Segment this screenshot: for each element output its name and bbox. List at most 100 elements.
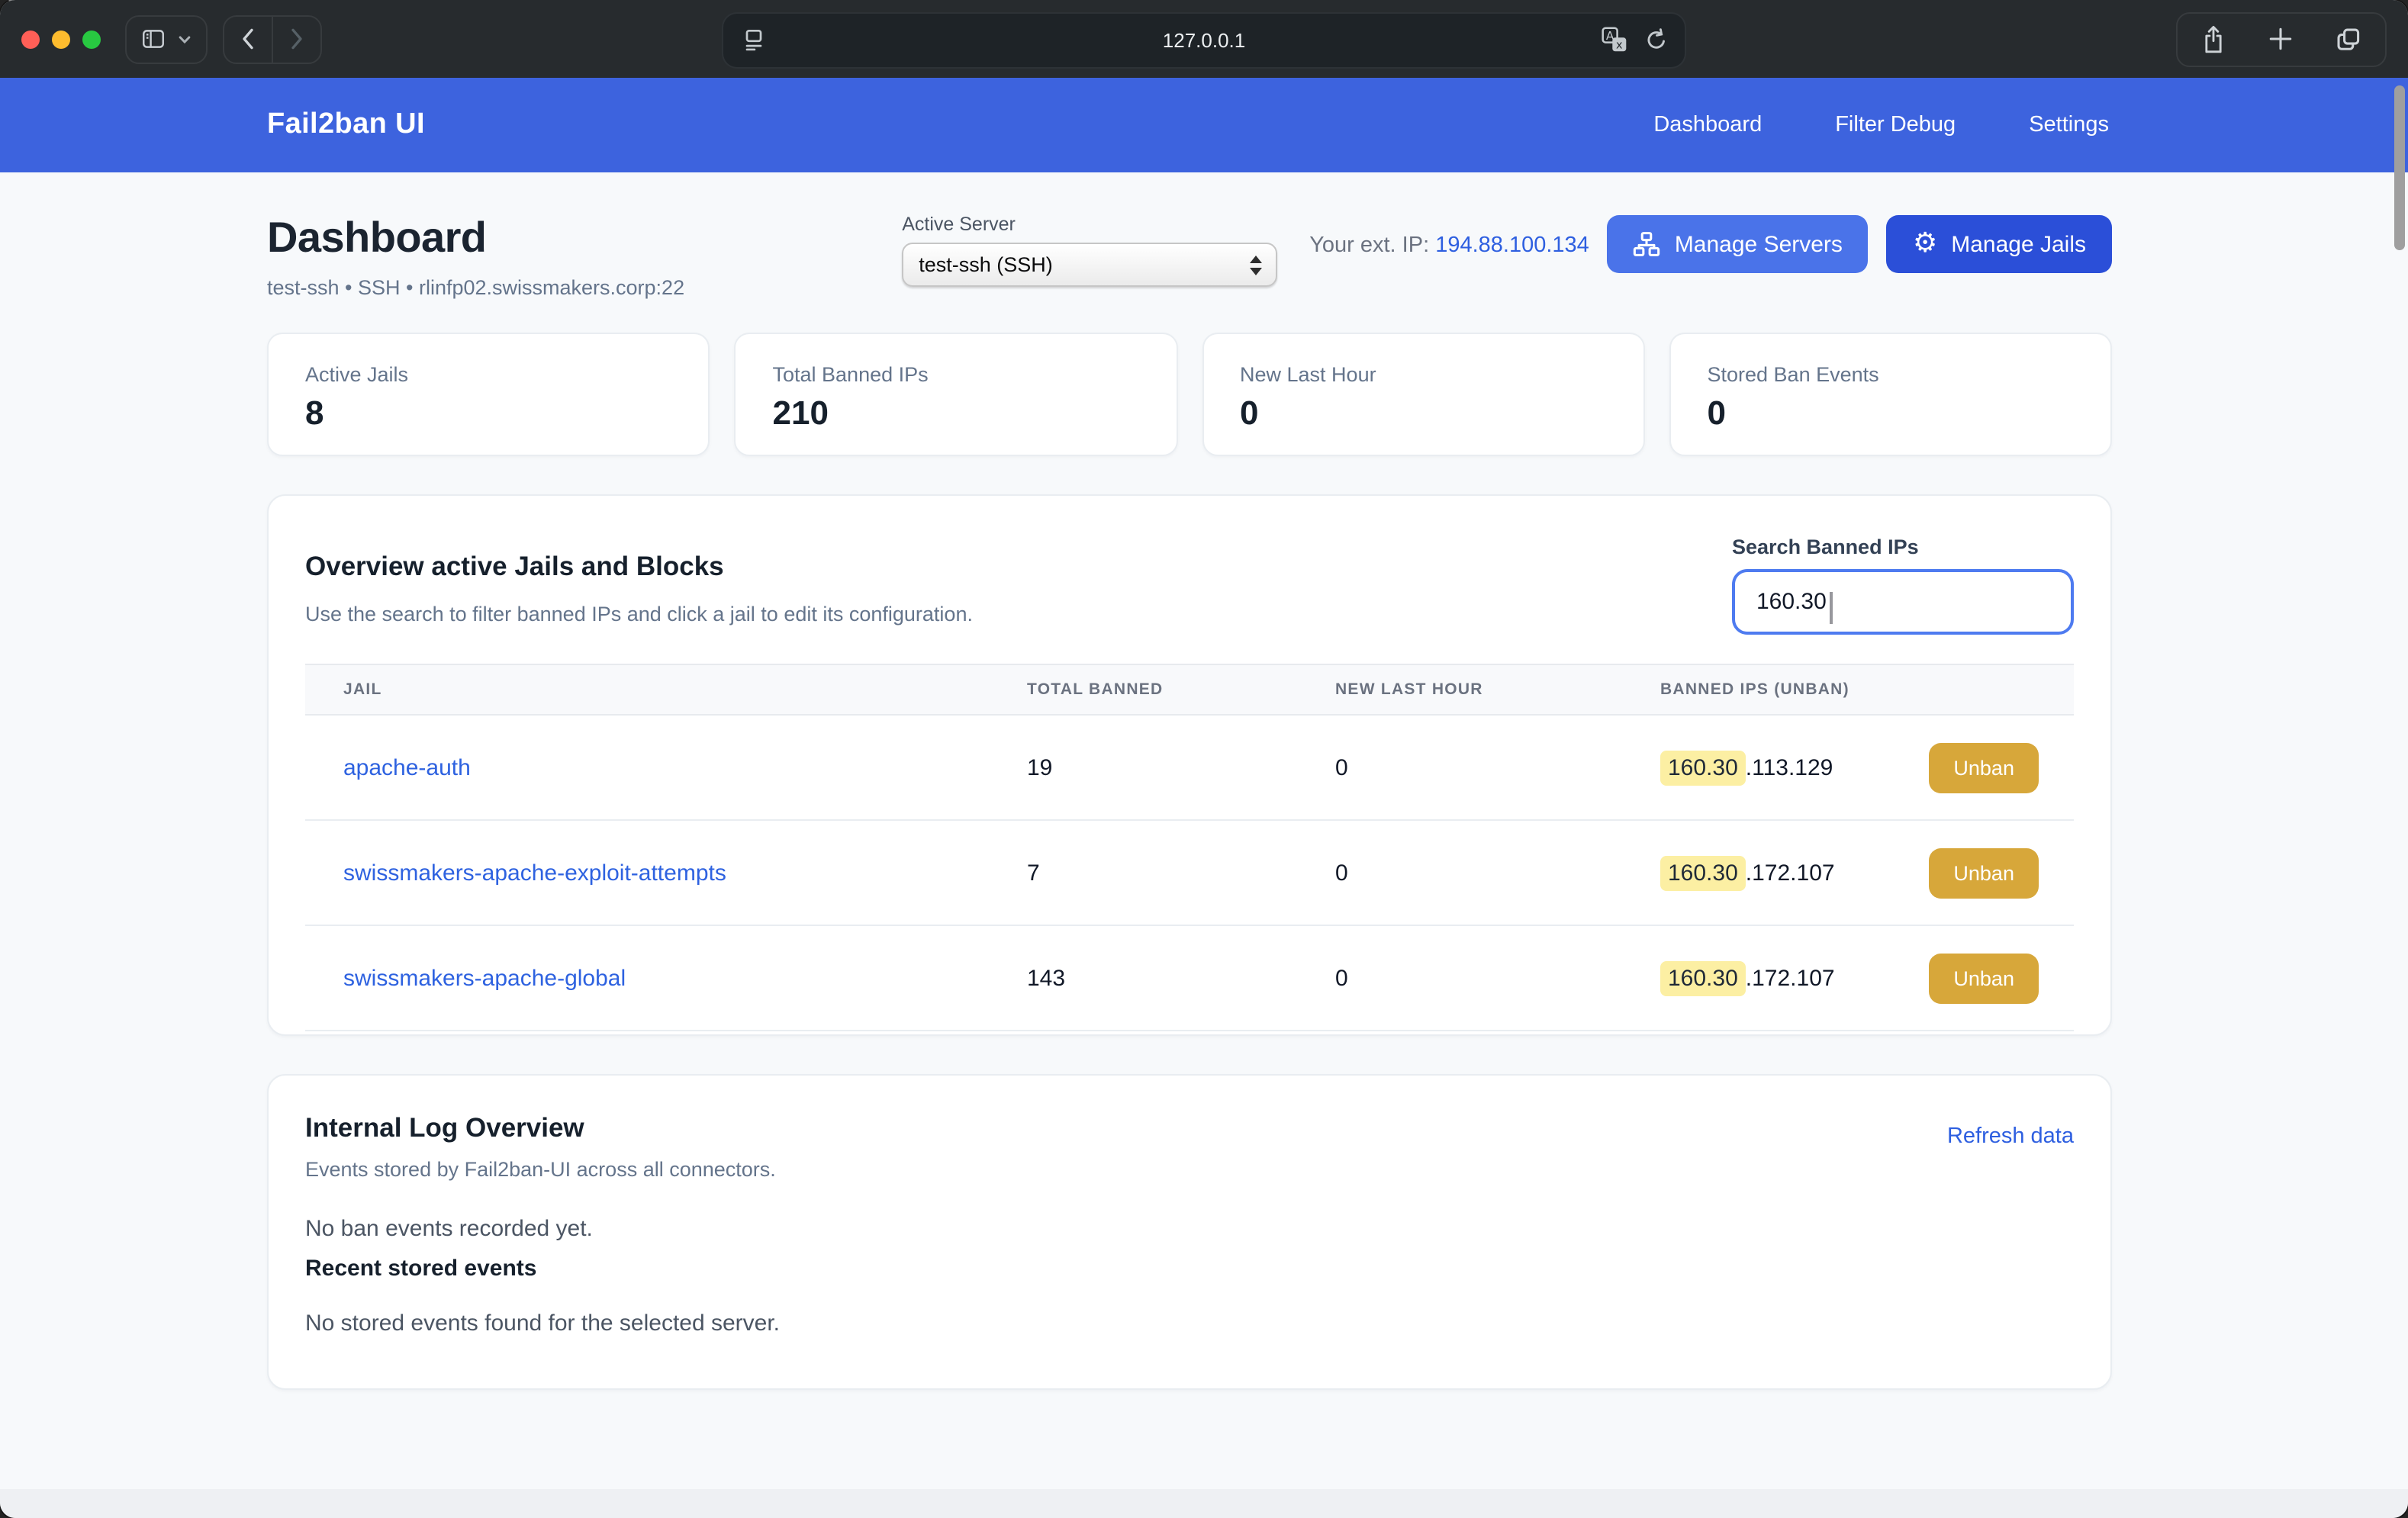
- manage-jails-label: Manage Jails: [1951, 231, 2086, 257]
- minimize-window-button[interactable]: [52, 30, 70, 48]
- history-nav-buttons: [223, 14, 322, 63]
- active-server-select[interactable]: test-ssh (SSH): [902, 243, 1277, 287]
- table-row: swissmakers-apache-global 143 0 160.30 .…: [305, 926, 2074, 1031]
- sidebar-icon: [140, 26, 166, 52]
- manage-jails-button[interactable]: ⚙ Manage Jails: [1887, 215, 2112, 273]
- stat-value: 0: [1708, 394, 2075, 433]
- col-header-banned-ips: BANNED IPS (UNBAN): [1622, 680, 2075, 699]
- jail-link[interactable]: apache-auth: [343, 754, 471, 780]
- col-header-total-banned: TOTAL BANNED: [989, 680, 1297, 699]
- stat-card-total-banned: Total Banned IPs 210: [735, 333, 1178, 456]
- table-row: swissmakers-apache-exploit-attempts 7 0 …: [305, 821, 2074, 926]
- back-button[interactable]: [224, 16, 272, 62]
- scrollbar-thumb[interactable]: [2394, 85, 2405, 250]
- external-ip-label: Your ext. IP:: [1309, 233, 1429, 258]
- ip-highlight: 160.30: [1660, 960, 1746, 995]
- page-content: Dashboard test-ssh • SSH • rlinfp02.swis…: [0, 172, 2408, 1489]
- stat-label: Active Jails: [305, 363, 672, 386]
- page-footer: [0, 1489, 2408, 1518]
- stat-card-stored-ban-events: Stored Ban Events 0: [1669, 333, 2113, 456]
- nav-link-dashboard[interactable]: Dashboard: [1653, 113, 1762, 137]
- external-ip: Your ext. IP: 194.88.100.134: [1309, 233, 1589, 258]
- select-arrows-icon: [1250, 255, 1262, 275]
- jail-link[interactable]: swissmakers-apache-exploit-attempts: [343, 860, 726, 886]
- url-text: 127.0.0.1: [723, 14, 1685, 67]
- stat-label: New Last Hour: [1240, 363, 1607, 386]
- stats-row: Active Jails 8 Total Banned IPs 210 New …: [267, 333, 2112, 456]
- cell-new-last-hour: 0: [1297, 965, 1622, 991]
- search-input[interactable]: [1732, 569, 2074, 635]
- cell-new-last-hour: 0: [1297, 860, 1622, 886]
- nav-link-filter-debug[interactable]: Filter Debug: [1835, 113, 1956, 137]
- unban-button[interactable]: Unban: [1929, 847, 2039, 898]
- internal-log-card: Internal Log Overview Refresh data Event…: [267, 1074, 2112, 1390]
- app-brand[interactable]: Fail2ban UI: [267, 108, 425, 142]
- text-caret: [1830, 592, 1832, 624]
- tab-overview-icon[interactable]: [2335, 25, 2362, 53]
- browser-window: 127.0.0.1 A x: [0, 0, 2408, 1518]
- stat-label: Total Banned IPs: [773, 363, 1140, 386]
- log-description: Events stored by Fail2ban-UI across all …: [305, 1158, 2074, 1181]
- cell-banned-ip: 160.30 .172.107 Unban: [1622, 847, 2075, 898]
- stat-value: 8: [305, 394, 672, 433]
- jails-overview-card: Overview active Jails and Blocks Use the…: [267, 494, 2112, 1036]
- app-navbar: Fail2ban UI Dashboard Filter Debug Setti…: [0, 78, 2408, 172]
- stat-value: 0: [1240, 394, 1607, 433]
- cell-total-banned: 7: [989, 860, 1297, 886]
- log-title: Internal Log Overview: [305, 1112, 2074, 1144]
- stat-label: Stored Ban Events: [1708, 363, 2075, 386]
- ip-highlight: 160.30: [1660, 750, 1746, 785]
- nav-link-settings[interactable]: Settings: [2029, 113, 2109, 137]
- zoom-window-button[interactable]: [82, 30, 101, 48]
- active-server-label: Active Server: [902, 214, 1277, 235]
- refresh-data-link[interactable]: Refresh data: [1947, 1124, 2074, 1149]
- cell-banned-ip: 160.30 .172.107 Unban: [1622, 953, 2075, 1003]
- close-window-button[interactable]: [21, 30, 40, 48]
- cell-total-banned: 19: [989, 754, 1297, 780]
- cell-new-last-hour: 0: [1297, 754, 1622, 780]
- share-icon[interactable]: [2200, 24, 2226, 54]
- ip-highlight: 160.30: [1660, 855, 1746, 890]
- unban-button[interactable]: Unban: [1929, 953, 2039, 1003]
- manage-servers-label: Manage Servers: [1675, 231, 1843, 257]
- stat-card-new-last-hour: New Last Hour 0: [1202, 333, 1645, 456]
- search-banned-ips: Search Banned IPs: [1732, 535, 2074, 635]
- col-header-jail: JAIL: [305, 680, 989, 699]
- active-server-value: test-ssh (SSH): [919, 253, 1053, 276]
- translate-icon[interactable]: A x: [1601, 26, 1628, 53]
- unban-button[interactable]: Unban: [1929, 742, 2039, 793]
- search-label: Search Banned IPs: [1732, 535, 2074, 558]
- gear-icon: ⚙: [1913, 230, 1937, 258]
- cell-total-banned: 143: [989, 965, 1297, 991]
- stat-card-active-jails: Active Jails 8: [267, 333, 710, 456]
- jail-link[interactable]: swissmakers-apache-global: [343, 965, 626, 991]
- page-subtitle: test-ssh • SSH • rlinfp02.swissmakers.co…: [267, 276, 684, 299]
- stat-value: 210: [773, 394, 1140, 433]
- external-ip-value[interactable]: 194.88.100.134: [1435, 233, 1589, 258]
- page-header: Dashboard test-ssh • SSH • rlinfp02.swis…: [267, 214, 684, 299]
- chevron-down-icon: [177, 31, 192, 47]
- cell-banned-ip: 160.30 .113.129 Unban: [1622, 742, 2075, 793]
- sidebar-toggle-button[interactable]: [125, 14, 208, 63]
- table-header: JAIL TOTAL BANNED NEW LAST HOUR BANNED I…: [305, 664, 2074, 716]
- jails-table: JAIL TOTAL BANNED NEW LAST HOUR BANNED I…: [305, 664, 2074, 1031]
- new-tab-icon[interactable]: [2268, 26, 2294, 52]
- sitemap-icon: [1634, 230, 1661, 258]
- browser-toolbar: 127.0.0.1 A x: [0, 0, 2408, 78]
- address-bar[interactable]: 127.0.0.1 A x: [722, 12, 1686, 69]
- reload-icon[interactable]: [1643, 27, 1669, 53]
- table-row: apache-auth 19 0 160.30 .113.129 Unban: [305, 716, 2074, 821]
- col-header-new-last-hour: NEW LAST HOUR: [1297, 680, 1622, 699]
- ip-rest: .113.129: [1746, 754, 1833, 780]
- page-title: Dashboard: [267, 214, 684, 262]
- toolbar-right-buttons: [2176, 11, 2387, 66]
- svg-text:x: x: [1616, 40, 1623, 52]
- forward-button[interactable]: [272, 16, 320, 62]
- no-ban-events-text: No ban events recorded yet.: [305, 1216, 2074, 1242]
- ip-rest: .172.107: [1746, 860, 1835, 886]
- traffic-lights: [21, 30, 101, 48]
- ip-rest: .172.107: [1746, 965, 1835, 991]
- no-stored-events-text: No stored events found for the selected …: [305, 1311, 2074, 1336]
- manage-servers-button[interactable]: Manage Servers: [1608, 215, 1869, 273]
- recent-stored-events-title: Recent stored events: [305, 1256, 2074, 1282]
